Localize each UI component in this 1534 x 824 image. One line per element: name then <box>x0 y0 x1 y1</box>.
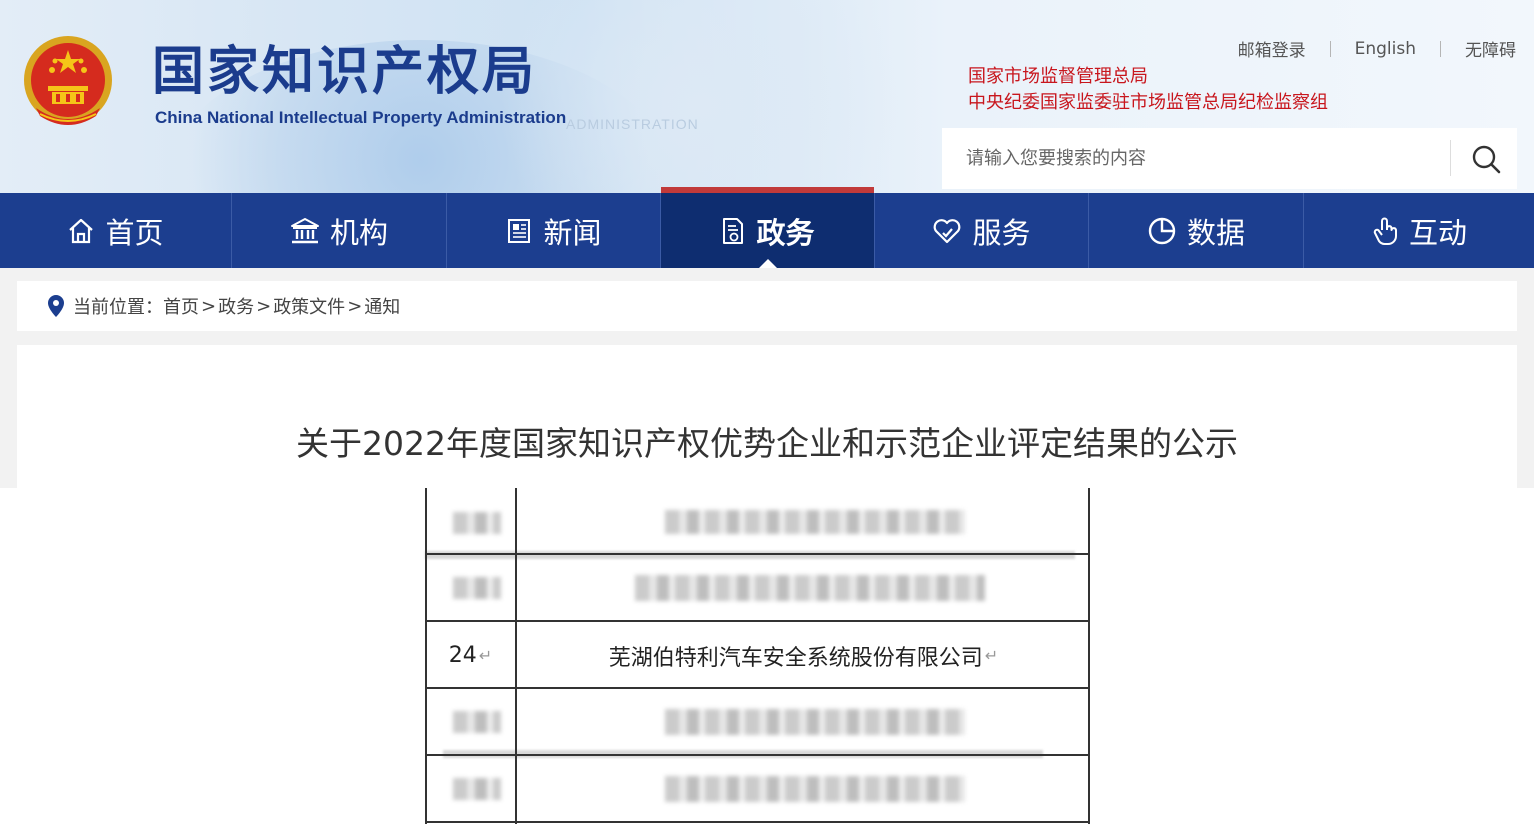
table-border <box>425 488 427 824</box>
site-header: 国家知识产权局 China National Intellectual Prop… <box>0 0 1534 193</box>
search-box <box>942 128 1517 189</box>
nav-label: 新闻 <box>543 215 602 250</box>
nav-label: 服务 <box>972 215 1031 250</box>
nav-item-service[interactable]: 服务 <box>875 193 1089 268</box>
table-border <box>425 821 1090 823</box>
blurred-cell <box>665 776 965 802</box>
divider <box>1450 140 1451 176</box>
nav-label: 数据 <box>1186 215 1245 250</box>
main-nav: 首页 机构 新闻 政务 服务 数据 互动 <box>0 187 1534 268</box>
home-icon <box>69 218 94 243</box>
divider <box>1329 40 1331 57</box>
nav-label: 首页 <box>105 215 164 250</box>
result-table: 24 ↵ 芜湖伯特利汽车安全系统股份有限公司 ↵ <box>425 488 1090 824</box>
nav-item-data[interactable]: 数据 <box>1089 193 1304 268</box>
blurred-cell <box>665 709 965 735</box>
table-border <box>515 488 517 824</box>
top-links: 邮箱登录 English 无障碍 <box>1238 36 1516 62</box>
mail-login-link[interactable]: 邮箱登录 <box>1238 36 1306 61</box>
row-number-cell: 24 ↵ <box>425 622 516 689</box>
nav-item-interaction[interactable]: 互动 <box>1304 193 1534 268</box>
blurred-cell <box>665 510 965 534</box>
site-title[interactable]: 国家知识产权局 <box>152 40 537 104</box>
blurred-cell <box>453 512 501 534</box>
company-name: 芜湖伯特利汽车安全系统股份有限公司 <box>608 645 983 671</box>
table-row <box>425 488 1090 555</box>
breadcrumb-home[interactable]: 首页 <box>163 293 199 319</box>
news-icon <box>508 218 531 243</box>
site-subtitle: China National Intellectual Property Adm… <box>155 108 567 127</box>
breadcrumb-government-affairs[interactable]: 政务 <box>218 293 254 319</box>
nav-label: 互动 <box>1408 215 1467 250</box>
company-name-cell: 芜湖伯特利汽车安全系统股份有限公司 ↵ <box>517 622 1090 689</box>
row-number: 24 <box>448 643 477 668</box>
location-pin-icon <box>48 295 64 317</box>
table-border <box>425 687 1090 689</box>
breadcrumb-policy-documents[interactable]: 政策文件 <box>273 293 345 319</box>
header-watermark: ADMINISTRATION <box>566 116 699 132</box>
national-emblem-icon[interactable] <box>22 34 114 130</box>
breadcrumb-separator: > <box>256 295 272 317</box>
nav-label: 政务 <box>756 215 815 250</box>
return-mark: ↵ <box>984 646 999 665</box>
breadcrumb-separator: > <box>201 295 217 317</box>
search-input[interactable] <box>942 128 1448 189</box>
pie-chart-icon <box>1148 217 1176 244</box>
table-border <box>425 620 1090 622</box>
breadcrumb-notice[interactable]: 通知 <box>364 293 400 319</box>
table-border <box>425 553 1090 555</box>
page-title: 关于2022年度国家知识产权优势企业和示范企业评定结果的公示 <box>296 424 1238 463</box>
table-border <box>1088 488 1090 824</box>
search-button[interactable] <box>1454 128 1517 189</box>
affiliate-links: 国家市场监督管理总局 中央纪委国家监委驻市场监管总局纪检监察组 <box>968 64 1328 116</box>
nav-label: 机构 <box>329 215 388 250</box>
nav-item-news[interactable]: 新闻 <box>447 193 661 268</box>
accessibility-link[interactable]: 无障碍 <box>1465 36 1516 61</box>
header-glow <box>470 0 930 193</box>
article-card: 关于2022年度国家知识产权优势企业和示范企业评定结果的公示 <box>17 345 1517 488</box>
table-border <box>425 754 1090 756</box>
nav-item-government-affairs[interactable]: 政务 <box>661 187 875 268</box>
table-row <box>425 689 1090 756</box>
affiliate-link-samr[interactable]: 国家市场监督管理总局 <box>968 64 1328 90</box>
blurred-cell <box>453 711 501 733</box>
document-icon <box>723 217 744 244</box>
touch-icon <box>1373 217 1397 245</box>
institution-icon <box>290 217 319 243</box>
nav-item-home[interactable]: 首页 <box>0 193 232 268</box>
nav-item-institution[interactable]: 机构 <box>232 193 447 268</box>
table-row <box>425 555 1090 622</box>
affiliate-link-discipline[interactable]: 中央纪委国家监委驻市场监管总局纪检监察组 <box>968 90 1328 116</box>
blurred-cell <box>453 577 501 599</box>
breadcrumb-prefix: 当前位置： <box>73 297 163 318</box>
table-row <box>425 756 1090 823</box>
return-mark: ↵ <box>478 646 493 665</box>
english-link[interactable]: English <box>1355 39 1416 59</box>
table-row: 24 ↵ 芜湖伯特利汽车安全系统股份有限公司 ↵ <box>425 622 1090 689</box>
blurred-cell <box>635 575 985 601</box>
blurred-cell <box>453 778 501 800</box>
breadcrumb: 当前位置： 首页 > 政务 > 政策文件 > 通知 <box>17 281 1517 331</box>
search-icon <box>1472 145 1500 173</box>
breadcrumb-separator: > <box>347 295 363 317</box>
heart-hand-icon <box>934 218 961 243</box>
divider <box>1440 40 1441 57</box>
